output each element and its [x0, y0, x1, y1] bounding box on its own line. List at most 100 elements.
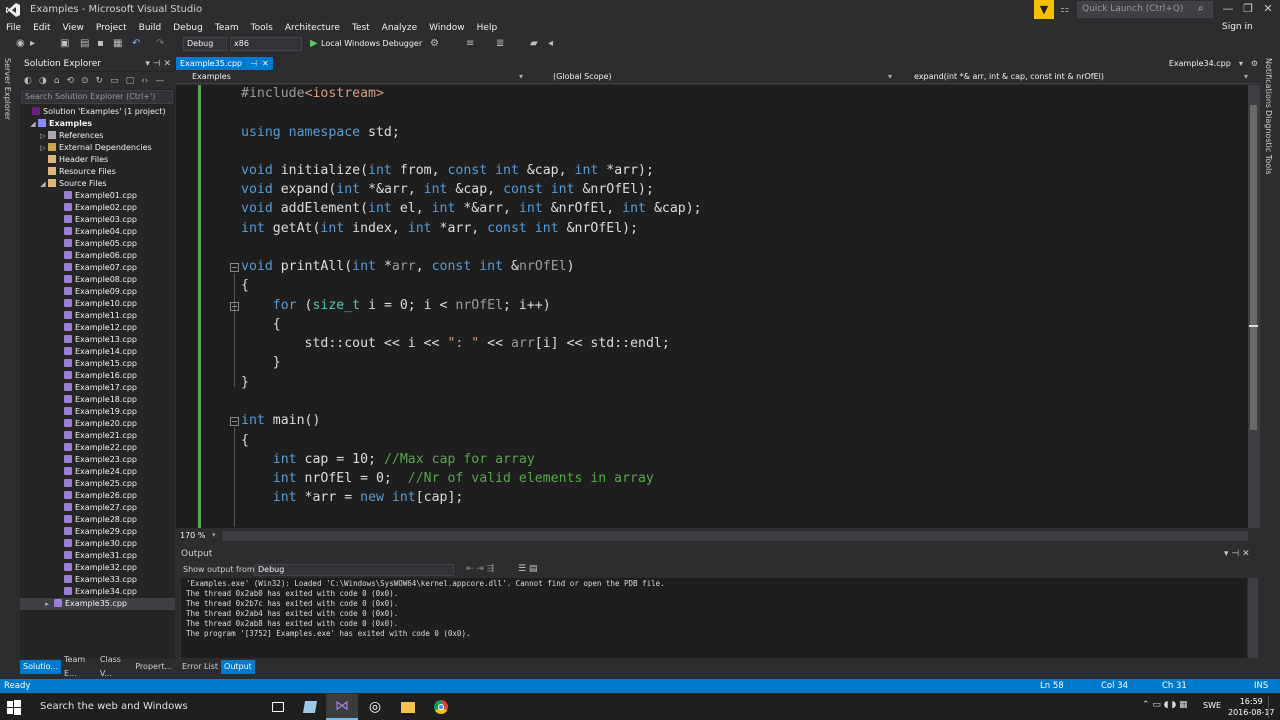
minimize-icon[interactable]: —: [1218, 2, 1238, 15]
tree-file-item[interactable]: Example27.cpp: [20, 502, 175, 514]
menu-view[interactable]: View: [57, 20, 90, 36]
tree-file-item[interactable]: Example11.cpp: [20, 310, 175, 322]
close-icon[interactable]: ✕: [1258, 2, 1278, 15]
bookmark-prev-icon[interactable]: ◂: [548, 38, 553, 49]
menu-test[interactable]: Test: [346, 20, 376, 36]
menu-help[interactable]: Help: [471, 20, 504, 36]
expand-arrow-icon[interactable]: ▸: [42, 598, 52, 610]
clear-all-icon[interactable]: ☰ ▤: [518, 564, 537, 574]
menu-analyze[interactable]: Analyze: [376, 20, 423, 36]
fold-toggle-icon[interactable]: −: [230, 302, 239, 311]
sign-in-link[interactable]: Sign in: [1222, 22, 1253, 32]
tab-error-list[interactable]: Error List: [179, 660, 221, 674]
menu-edit[interactable]: Edit: [27, 20, 56, 36]
collapse-all-icon[interactable]: ▭: [110, 76, 119, 86]
save-all-icon[interactable]: ▦: [113, 38, 122, 49]
output-text-area[interactable]: 'Examples.exe' (Win32): Loaded 'C:\Windo…: [181, 578, 1247, 658]
github-app-icon[interactable]: ◎: [359, 694, 391, 720]
refresh-icon[interactable]: ↻: [96, 76, 104, 86]
save-icon[interactable]: ▪: [97, 38, 104, 49]
dropdown-arrow-icon[interactable]: ▾: [1244, 72, 1248, 81]
attach-icon[interactable]: ⚙: [430, 38, 439, 49]
tab-class-view[interactable]: Class V...: [97, 653, 132, 681]
tree-file-item[interactable]: Example34.cpp: [20, 586, 175, 598]
menu-architecture[interactable]: Architecture: [279, 20, 346, 36]
collapse-arrow-icon[interactable]: ◢: [38, 178, 48, 190]
maximize-icon[interactable]: ❐: [1238, 2, 1258, 15]
tree-file-item[interactable]: Example02.cpp: [20, 202, 175, 214]
tree-folder-source[interactable]: ◢ Source Files: [20, 178, 175, 190]
tree-file-item[interactable]: Example21.cpp: [20, 430, 175, 442]
menu-window[interactable]: Window: [423, 20, 471, 36]
chrome-app-icon[interactable]: [425, 694, 457, 720]
tab-output[interactable]: Output: [221, 660, 255, 674]
show-desktop-button[interactable]: [1268, 696, 1269, 718]
tree-file-item[interactable]: Example01.cpp: [20, 190, 175, 202]
tree-file-item[interactable]: Example05.cpp: [20, 238, 175, 250]
tree-file-item[interactable]: Example19.cpp: [20, 406, 175, 418]
tree-file-item[interactable]: Example17.cpp: [20, 382, 175, 394]
tree-file-item[interactable]: Example14.cpp: [20, 346, 175, 358]
home-icon[interactable]: ⌂: [54, 76, 60, 86]
scope-dropdown[interactable]: (Global Scope): [553, 72, 612, 81]
tab-properties[interactable]: Propert...: [132, 660, 175, 674]
navigate-forward-icon[interactable]: ▸: [30, 38, 35, 49]
taskbar-search[interactable]: Search the web and Windows: [40, 701, 188, 712]
collapse-arrow-icon[interactable]: ◢: [28, 118, 38, 130]
fold-toggle-icon[interactable]: −: [230, 417, 239, 426]
properties-icon[interactable]: —: [155, 76, 164, 86]
tray-icons[interactable]: ⌃ ▭ ◖ ◗ ▦: [1142, 700, 1187, 710]
output-scrollbar[interactable]: [1248, 578, 1258, 658]
comment-icon[interactable]: ≣: [496, 38, 504, 49]
menu-file[interactable]: File: [0, 20, 27, 36]
tree-folder-resource[interactable]: Resource Files: [20, 166, 175, 178]
tab-example35[interactable]: Example35.cpp ⊣ ✕: [176, 57, 273, 70]
tree-file-item[interactable]: Example24.cpp: [20, 466, 175, 478]
editor-horizontal-scrollbar[interactable]: [222, 531, 1248, 541]
tree-file-item[interactable]: Example15.cpp: [20, 358, 175, 370]
tree-file-item[interactable]: Example25.cpp: [20, 478, 175, 490]
tree-file-item[interactable]: Example07.cpp: [20, 262, 175, 274]
folder-app-icon[interactable]: [392, 694, 424, 720]
new-project-icon[interactable]: ▣: [60, 38, 69, 49]
tree-file-item[interactable]: Example33.cpp: [20, 574, 175, 586]
solution-platform-select[interactable]: x86: [230, 37, 302, 51]
dropdown-arrow-icon[interactable]: ▾: [212, 531, 216, 539]
split-icon[interactable]: ⚙: [1247, 57, 1262, 70]
tree-folder-external[interactable]: ▷ External Dependencies: [20, 142, 175, 154]
redo-icon[interactable]: ↷: [156, 38, 164, 49]
notifications-tab[interactable]: Notifications: [1264, 58, 1273, 108]
start-debugger-button[interactable]: Local Windows Debugger: [321, 39, 422, 48]
solution-search-input[interactable]: Search Solution Explorer (Ctrl+'): [21, 90, 173, 104]
tab-overflow-icon[interactable]: ▾: [1235, 57, 1247, 70]
notification-filter-icon[interactable]: ▼: [1034, 0, 1054, 19]
tab-example34[interactable]: Example34.cpp: [1165, 57, 1235, 70]
panel-options-icon[interactable]: ▾ ⊣ ✕: [145, 59, 171, 69]
editor-scroll-thumb[interactable]: [1250, 105, 1257, 430]
forward-icon[interactable]: ◑: [39, 76, 47, 86]
tree-file-item[interactable]: Example08.cpp: [20, 274, 175, 286]
task-view-icon[interactable]: [262, 694, 294, 720]
tree-file-item[interactable]: ▸ Example35.cpp: [20, 598, 175, 610]
output-source-select[interactable]: Debug: [254, 564, 454, 576]
language-indicator[interactable]: SWE: [1203, 701, 1221, 710]
menu-build[interactable]: Build: [133, 20, 168, 36]
project-dropdown[interactable]: Examples: [192, 72, 231, 81]
tree-project[interactable]: ◢ Examples: [20, 118, 175, 130]
fold-toggle-icon[interactable]: −: [230, 263, 239, 272]
tree-file-item[interactable]: Example30.cpp: [20, 538, 175, 550]
show-all-files-icon[interactable]: ▢: [126, 76, 135, 86]
zoom-level-select[interactable]: 170 %: [180, 531, 205, 540]
expand-arrow-icon[interactable]: ▷: [38, 130, 48, 142]
diagnostic-tools-tab[interactable]: Diagnostic Tools: [1264, 110, 1273, 175]
open-file-icon[interactable]: ▤: [80, 38, 89, 49]
file-explorer-app-icon[interactable]: [294, 694, 326, 720]
close-tab-icon[interactable]: ✕: [262, 57, 269, 70]
tab-team-explorer[interactable]: Team E...: [61, 653, 97, 681]
server-explorer-tab[interactable]: Server Explorer: [3, 58, 12, 120]
tree-file-item[interactable]: Example10.cpp: [20, 298, 175, 310]
tree-solution[interactable]: Solution 'Examples' (1 project): [20, 106, 175, 118]
tree-file-item[interactable]: Example29.cpp: [20, 526, 175, 538]
menu-tools[interactable]: Tools: [245, 20, 279, 36]
undo-icon[interactable]: ↶: [132, 38, 140, 49]
